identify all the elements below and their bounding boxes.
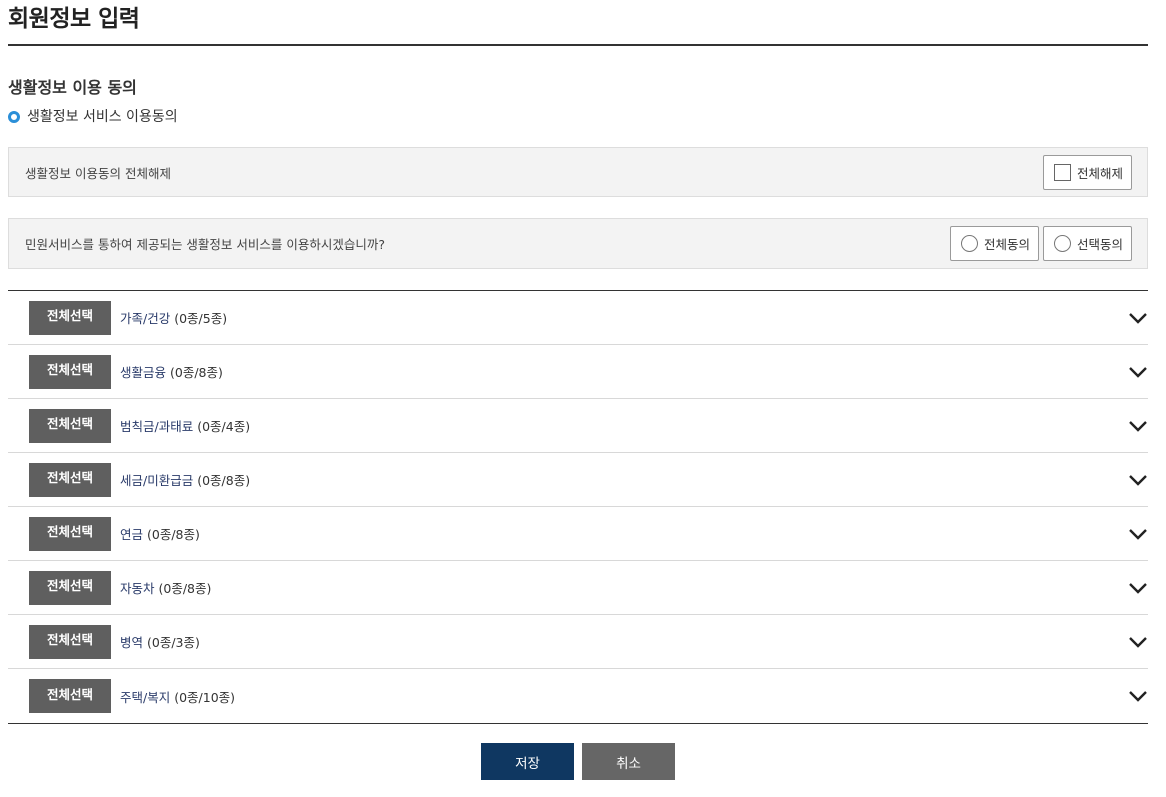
consent-options: 전체동의 선택동의 <box>949 226 1132 261</box>
agree-all-radio-button[interactable]: 전체동의 <box>949 226 1039 261</box>
consent-question: 민원서비스를 통하여 제공되는 생활정보 서비스를 이용하시겠습니까? <box>25 237 386 252</box>
category-name: 주택/복지 <box>120 689 171 705</box>
withdraw-all-label: 전체해제 <box>1076 165 1123 181</box>
category-row: 전체선택 자동차 (0종/8종) <box>8 561 1148 615</box>
withdraw-all-box: 생활정보 이용동의 전체해제 전체해제 <box>8 147 1148 197</box>
category-row: 전체선택 생활금융 (0종/8종) <box>8 345 1148 399</box>
chevron-down-icon[interactable] <box>1128 416 1148 436</box>
category-name: 가족/건강 <box>120 311 171 326</box>
category-name: 병역 <box>120 635 144 650</box>
sub-title-text: 생활정보 서비스 이용동의 <box>27 109 178 125</box>
chevron-down-icon[interactable] <box>1128 308 1148 328</box>
chevron-down-icon[interactable] <box>1128 470 1148 490</box>
withdraw-all-text: 생활정보 이용동의 전체해제 <box>25 165 171 181</box>
category-count: (0종/8종) <box>197 473 251 488</box>
category-name: 연금 <box>120 527 144 542</box>
category-name: 세금/미환급금 <box>120 473 194 488</box>
chevron-down-icon[interactable] <box>1128 578 1148 598</box>
radio-icon[interactable] <box>1053 235 1071 252</box>
agree-all-label: 전체동의 <box>983 237 1030 252</box>
agree-selective-radio-button[interactable]: 선택동의 <box>1042 226 1132 261</box>
category-list: 전체선택 가족/건강 (0종/5종) 전체선택 생활금융 (0종/8종) 전체선… <box>8 290 1148 724</box>
category-count: (0종/5종) <box>174 311 228 326</box>
category-row: 전체선택 병역 (0종/3종) <box>8 615 1148 669</box>
select-all-button[interactable]: 전체선택 <box>29 408 111 443</box>
chevron-down-icon[interactable] <box>1128 362 1148 382</box>
category-count: (0종/10종) <box>174 689 236 705</box>
page-title: 회원정보 입력 <box>8 0 1148 46</box>
category-row: 전체선택 가족/건강 (0종/5종) <box>8 291 1148 345</box>
chevron-down-icon[interactable] <box>1128 524 1148 544</box>
select-all-button[interactable]: 전체선택 <box>29 354 111 389</box>
category-count: (0종/4종) <box>197 419 251 434</box>
category-count: (0종/8종) <box>158 581 212 596</box>
select-all-button[interactable]: 전체선택 <box>29 300 111 335</box>
consent-box: 민원서비스를 통하여 제공되는 생활정보 서비스를 이용하시겠습니까? 전체동의… <box>8 218 1148 269</box>
category-name: 자동차 <box>120 581 155 596</box>
select-all-button[interactable]: 전체선택 <box>29 679 111 713</box>
chevron-down-icon[interactable] <box>1128 632 1148 652</box>
category-row: 전체선택 세금/미환급금 (0종/8종) <box>8 453 1148 507</box>
category-name: 범칙금/과태료 <box>120 419 194 434</box>
category-row: 전체선택 연금 (0종/8종) <box>8 507 1148 561</box>
sub-title: 생활정보 서비스 이용동의 <box>8 106 1148 128</box>
select-all-button[interactable]: 전체선택 <box>29 570 111 605</box>
member-info-form: 회원정보 입력 생활정보 이용 동의 생활정보 서비스 이용동의 생활정보 이용… <box>8 0 1148 780</box>
checkbox-icon[interactable] <box>1053 163 1071 181</box>
save-button[interactable]: 저장 <box>481 743 574 780</box>
section-title: 생활정보 이용 동의 <box>8 78 137 97</box>
cancel-button[interactable]: 취소 <box>582 743 675 780</box>
select-all-button[interactable]: 전체선택 <box>29 624 111 659</box>
category-count: (0종/8종) <box>147 527 200 542</box>
category-row: 전체선택 주택/복지 (0종/10종) <box>8 669 1148 723</box>
radio-icon[interactable] <box>960 235 978 252</box>
category-name: 생활금융 <box>120 365 167 380</box>
category-count: (0종/8종) <box>170 365 223 380</box>
ring-bullet-icon <box>8 111 20 123</box>
select-all-button[interactable]: 전체선택 <box>29 516 111 551</box>
form-actions: 저장 취소 <box>8 743 1148 780</box>
select-all-button[interactable]: 전체선택 <box>29 462 111 497</box>
agree-selective-label: 선택동의 <box>1076 237 1123 252</box>
category-count: (0종/3종) <box>147 635 200 650</box>
withdraw-all-checkbox-button[interactable]: 전체해제 <box>1042 154 1132 190</box>
category-row: 전체선택 범칙금/과태료 (0종/4종) <box>8 399 1148 453</box>
chevron-down-icon[interactable] <box>1128 686 1148 706</box>
